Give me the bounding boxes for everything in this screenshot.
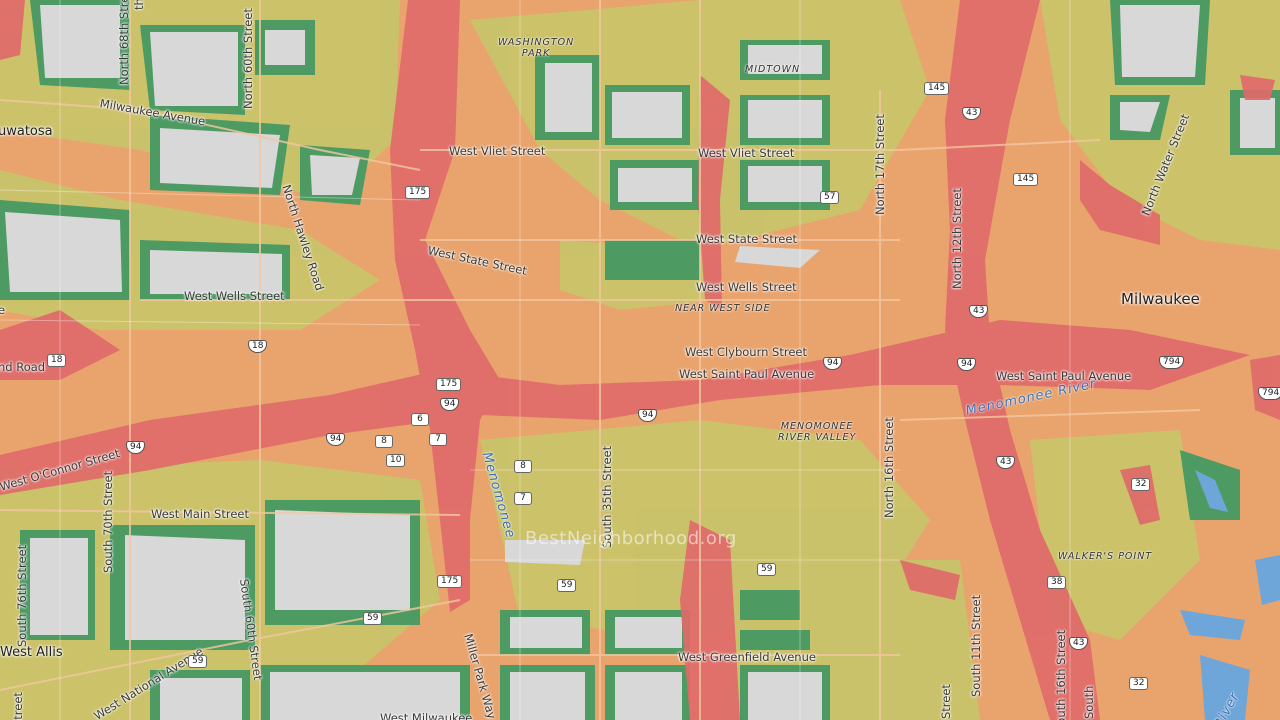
neighborhood-label-line: MENOMONEE [780,421,854,432]
street-label: South 70th Street [101,470,115,573]
route-shield-8: 8 [514,460,532,473]
route-shield-59: 59 [757,563,777,576]
neighborhood-label-midtown: MIDTOWN [745,64,801,75]
neighborhood-label-menomonee-river-valley: MENOMONEE RIVER VALLEY [778,421,856,443]
street-label: South 11th Street [969,594,983,697]
choropleth-map[interactable]: WASHINGTON PARK MIDTOWN NEAR WEST SIDE M… [0,0,1280,720]
neighborhood-label-line: PARK [521,48,551,59]
street-label: West Milwaukee [380,711,473,720]
neighborhood-label-line: WASHINGTON [498,37,575,48]
street-label: South 76th Street [15,544,29,647]
city-label-west-allis: West Allis [0,645,63,660]
street-label: nd Road [0,360,46,374]
street-label: West Greenfield Avenue [678,650,816,664]
street-label: West Clybourn Street [685,345,807,359]
route-shield-38: 38 [1047,576,1067,589]
street-label: North 68th Street [117,0,131,85]
street-label: Street [939,684,953,719]
street-label: West Saint Paul Avenue [996,369,1132,383]
route-shield-175: 175 [405,186,431,199]
route-shield-175: 175 [437,575,463,588]
street-label: West Wells Street [696,280,797,294]
street-label: West Main Street [151,507,249,521]
route-shield-57: 57 [820,191,840,204]
route-shield-32: 32 [1131,478,1151,491]
interstate-shield-794: 794 [1258,387,1280,400]
street-label: e [0,303,6,317]
interstate-shield-794: 794 [1159,356,1185,369]
route-shield-6: 6 [411,413,429,426]
map-base-layer [0,0,1280,720]
street-label: West Wells Street [184,289,285,303]
city-label-milwaukee: Milwaukee [1121,290,1200,308]
route-shield-7: 7 [429,433,447,446]
route-shield-175: 175 [436,378,462,391]
street-label: North 60th Street [241,8,255,109]
street-label: West State Street [696,232,797,246]
route-shield-145: 145 [924,82,950,95]
street-label: West Vliet Street [698,146,795,160]
route-shield-59: 59 [557,579,577,592]
street-label: South [1082,685,1096,719]
route-shield-7: 7 [514,492,532,505]
street-label: Street [11,692,25,720]
neighborhood-label-washington-park: WASHINGTON PARK [498,37,574,59]
neighborhood-label-walkers-point: WALKER'S POINT [1058,551,1153,562]
street-label: West Vliet Street [449,144,546,158]
street-label: North 16th Street [882,417,896,518]
route-shield-8: 8 [375,435,393,448]
street-label: th Street [132,0,146,10]
route-shield-59: 59 [363,612,383,625]
route-shield-18: 18 [47,354,67,367]
route-shield-59: 59 [188,655,208,668]
neighborhood-label-near-west-side: NEAR WEST SIDE [675,303,771,314]
city-label-wauwatosa: uwatosa [0,124,53,139]
street-label: North 12th Street [950,188,964,289]
route-shield-32: 32 [1129,677,1149,690]
street-label: North 17th Street [873,114,887,215]
neighborhood-label-line: RIVER VALLEY [778,432,857,443]
attribution-watermark: BestNeighborhood.org [525,528,737,549]
route-shield-10: 10 [386,454,406,467]
street-label: South 16th Street [1054,629,1068,720]
street-label: West Saint Paul Avenue [679,367,815,381]
route-shield-145: 145 [1013,173,1039,186]
